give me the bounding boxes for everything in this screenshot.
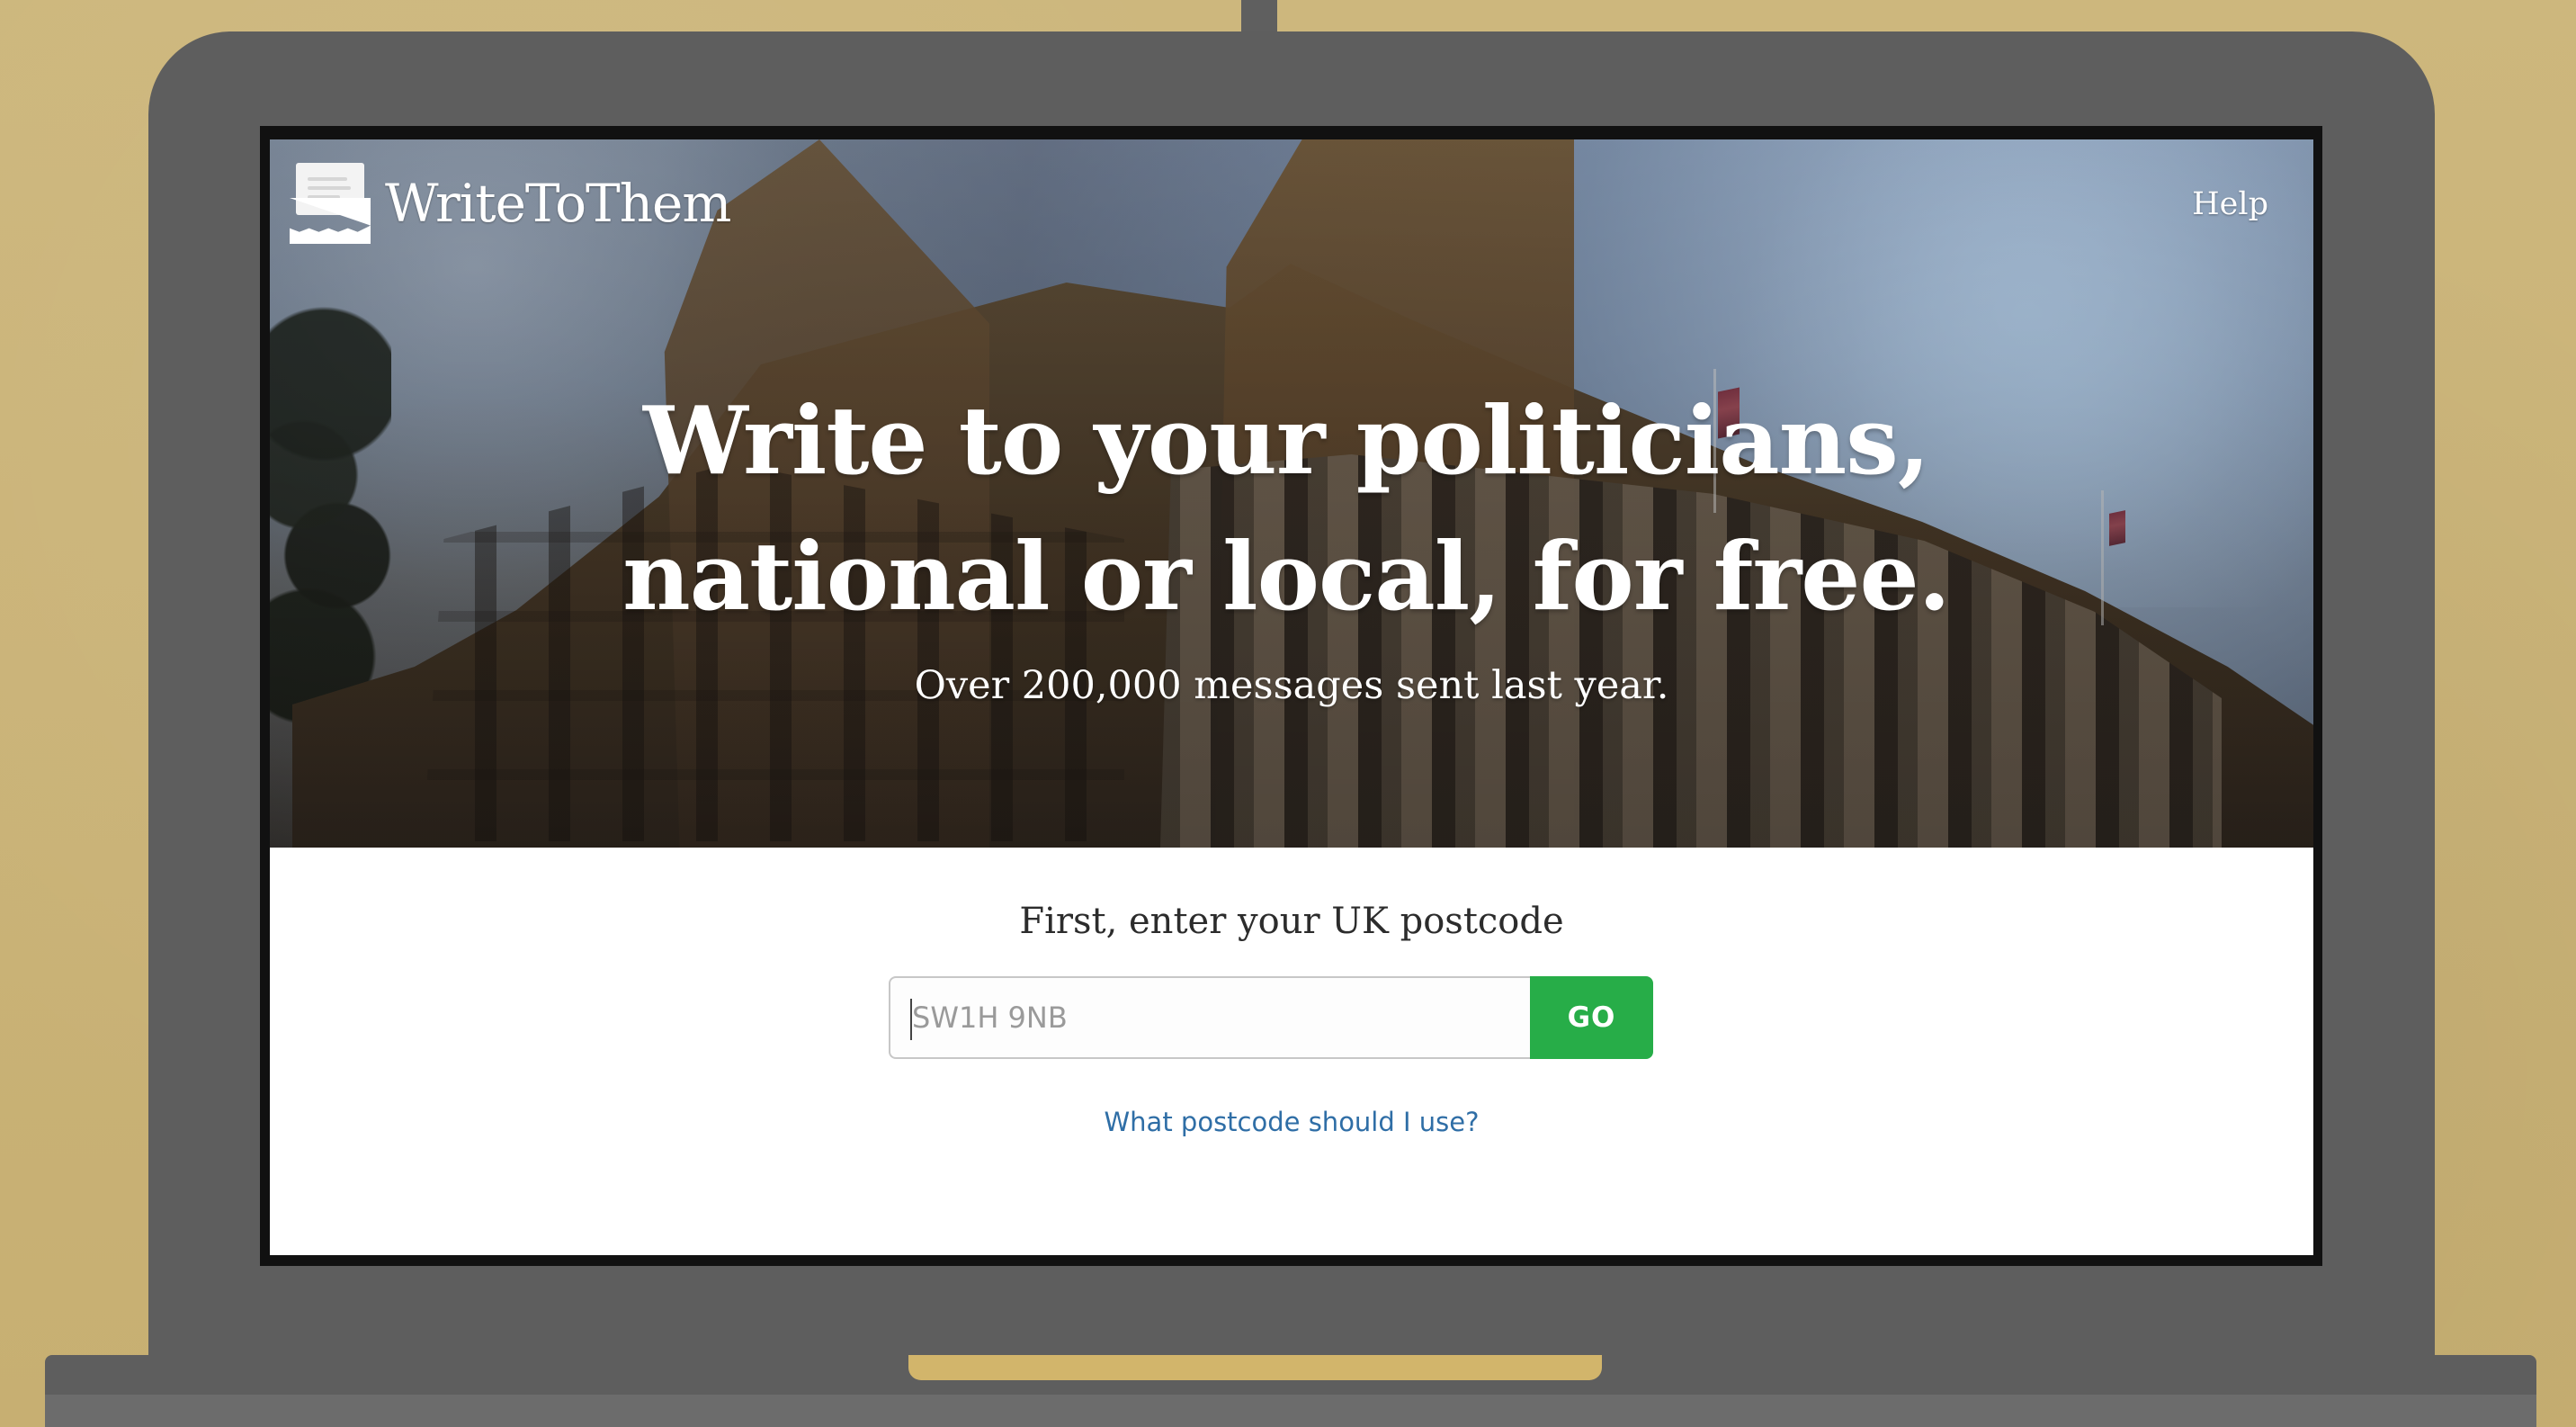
- hero-section: WriteToThem Help Write to your politicia…: [270, 139, 2313, 848]
- laptop-notch: [908, 1355, 1602, 1380]
- hero-title: Write to your politicians, national or l…: [622, 385, 1951, 632]
- browser-screen: WriteToThem Help Write to your politicia…: [270, 139, 2313, 1255]
- logo-line: [308, 177, 347, 181]
- brand-name: WriteToThem: [385, 173, 731, 234]
- envelope-logo-icon: [290, 163, 371, 244]
- brand-link[interactable]: WriteToThem: [290, 163, 731, 244]
- postcode-help-link[interactable]: What postcode should I use?: [1022, 1107, 1561, 1138]
- postcode-input-wrapper: [889, 976, 1530, 1059]
- help-link[interactable]: Help: [2192, 189, 2268, 220]
- postcode-form-row: GO: [889, 976, 1653, 1059]
- text-cursor: [910, 999, 912, 1040]
- laptop-base-shadow: [45, 1395, 2536, 1427]
- postcode-label: First, enter your UK postcode: [1019, 901, 1564, 942]
- logo-line: [308, 186, 351, 190]
- go-button[interactable]: GO: [1530, 976, 1653, 1059]
- postcode-input[interactable]: [890, 978, 1530, 1057]
- laptop-stand-post: [1241, 0, 1277, 34]
- hero-subtitle: Over 200,000 messages sent last year.: [914, 663, 1669, 708]
